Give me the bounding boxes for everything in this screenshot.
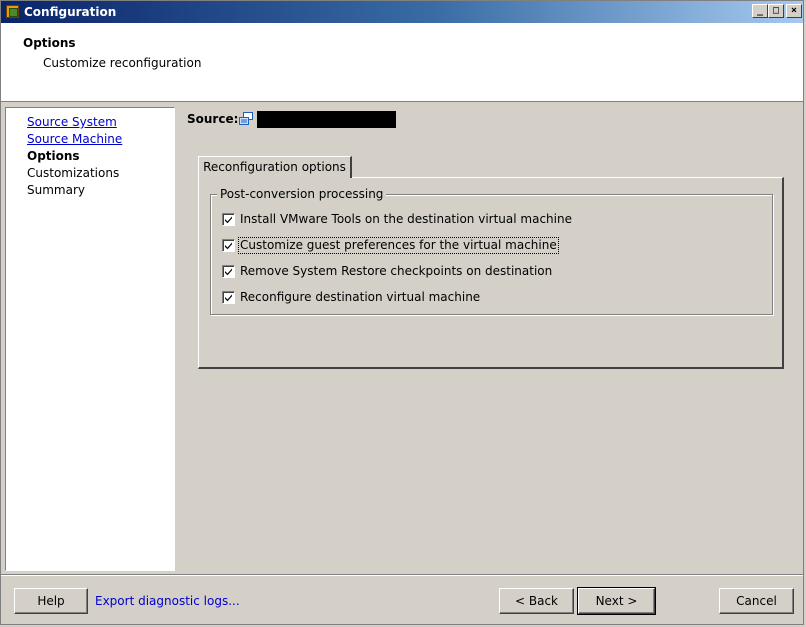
title-bar[interactable]: Configuration _ □ × [1, 1, 803, 23]
window-title: Configuration [24, 5, 117, 19]
wizard-header: Options Customize reconfiguration [1, 23, 803, 102]
wizard-nav: Source System Source Machine Options Cus… [5, 107, 175, 571]
nav-item-options: Options [27, 149, 80, 163]
page-title: Options [23, 36, 76, 50]
minimize-button[interactable]: _ [752, 4, 768, 18]
checkbox[interactable] [222, 291, 235, 304]
nav-item-source-machine[interactable]: Source Machine [27, 132, 122, 146]
tab-reconfiguration-options[interactable]: Reconfiguration options [198, 156, 352, 178]
checkmark-icon [225, 242, 232, 250]
checkbox[interactable] [222, 213, 235, 226]
nav-item-source-system[interactable]: Source System [27, 115, 117, 129]
nav-item-customizations: Customizations [27, 166, 120, 180]
group-legend: Post-conversion processing [217, 187, 387, 201]
option-label: Remove System Restore checkpoints on des… [240, 264, 553, 278]
help-button[interactable]: Help [14, 588, 88, 614]
checkmark-icon [225, 294, 232, 302]
source-label: Source: [187, 112, 239, 126]
option-label: Install VMware Tools on the destination … [240, 212, 572, 226]
source-value-redacted [257, 111, 396, 128]
page-subtitle: Customize reconfiguration [43, 56, 202, 70]
back-button[interactable]: < Back [499, 588, 574, 614]
checkmark-icon [225, 216, 232, 224]
footer-divider [1, 574, 803, 576]
maximize-button[interactable]: □ [768, 4, 784, 18]
computer-icon [239, 112, 253, 126]
option-label: Reconfigure destination virtual machine [240, 290, 481, 304]
checkbox[interactable] [222, 265, 235, 278]
export-diagnostic-logs-link[interactable]: Export diagnostic logs... [95, 594, 240, 608]
checkmark-icon [225, 268, 232, 276]
nav-item-summary: Summary [27, 183, 85, 197]
next-button[interactable]: Next > [577, 587, 656, 615]
configuration-window: Configuration _ □ × Options Customize re… [0, 0, 804, 625]
close-button[interactable]: × [786, 4, 802, 18]
app-icon [6, 5, 19, 18]
checkbox[interactable] [222, 239, 235, 252]
cancel-button[interactable]: Cancel [719, 588, 794, 614]
option-label: Customize guest preferences for the virt… [238, 237, 559, 254]
